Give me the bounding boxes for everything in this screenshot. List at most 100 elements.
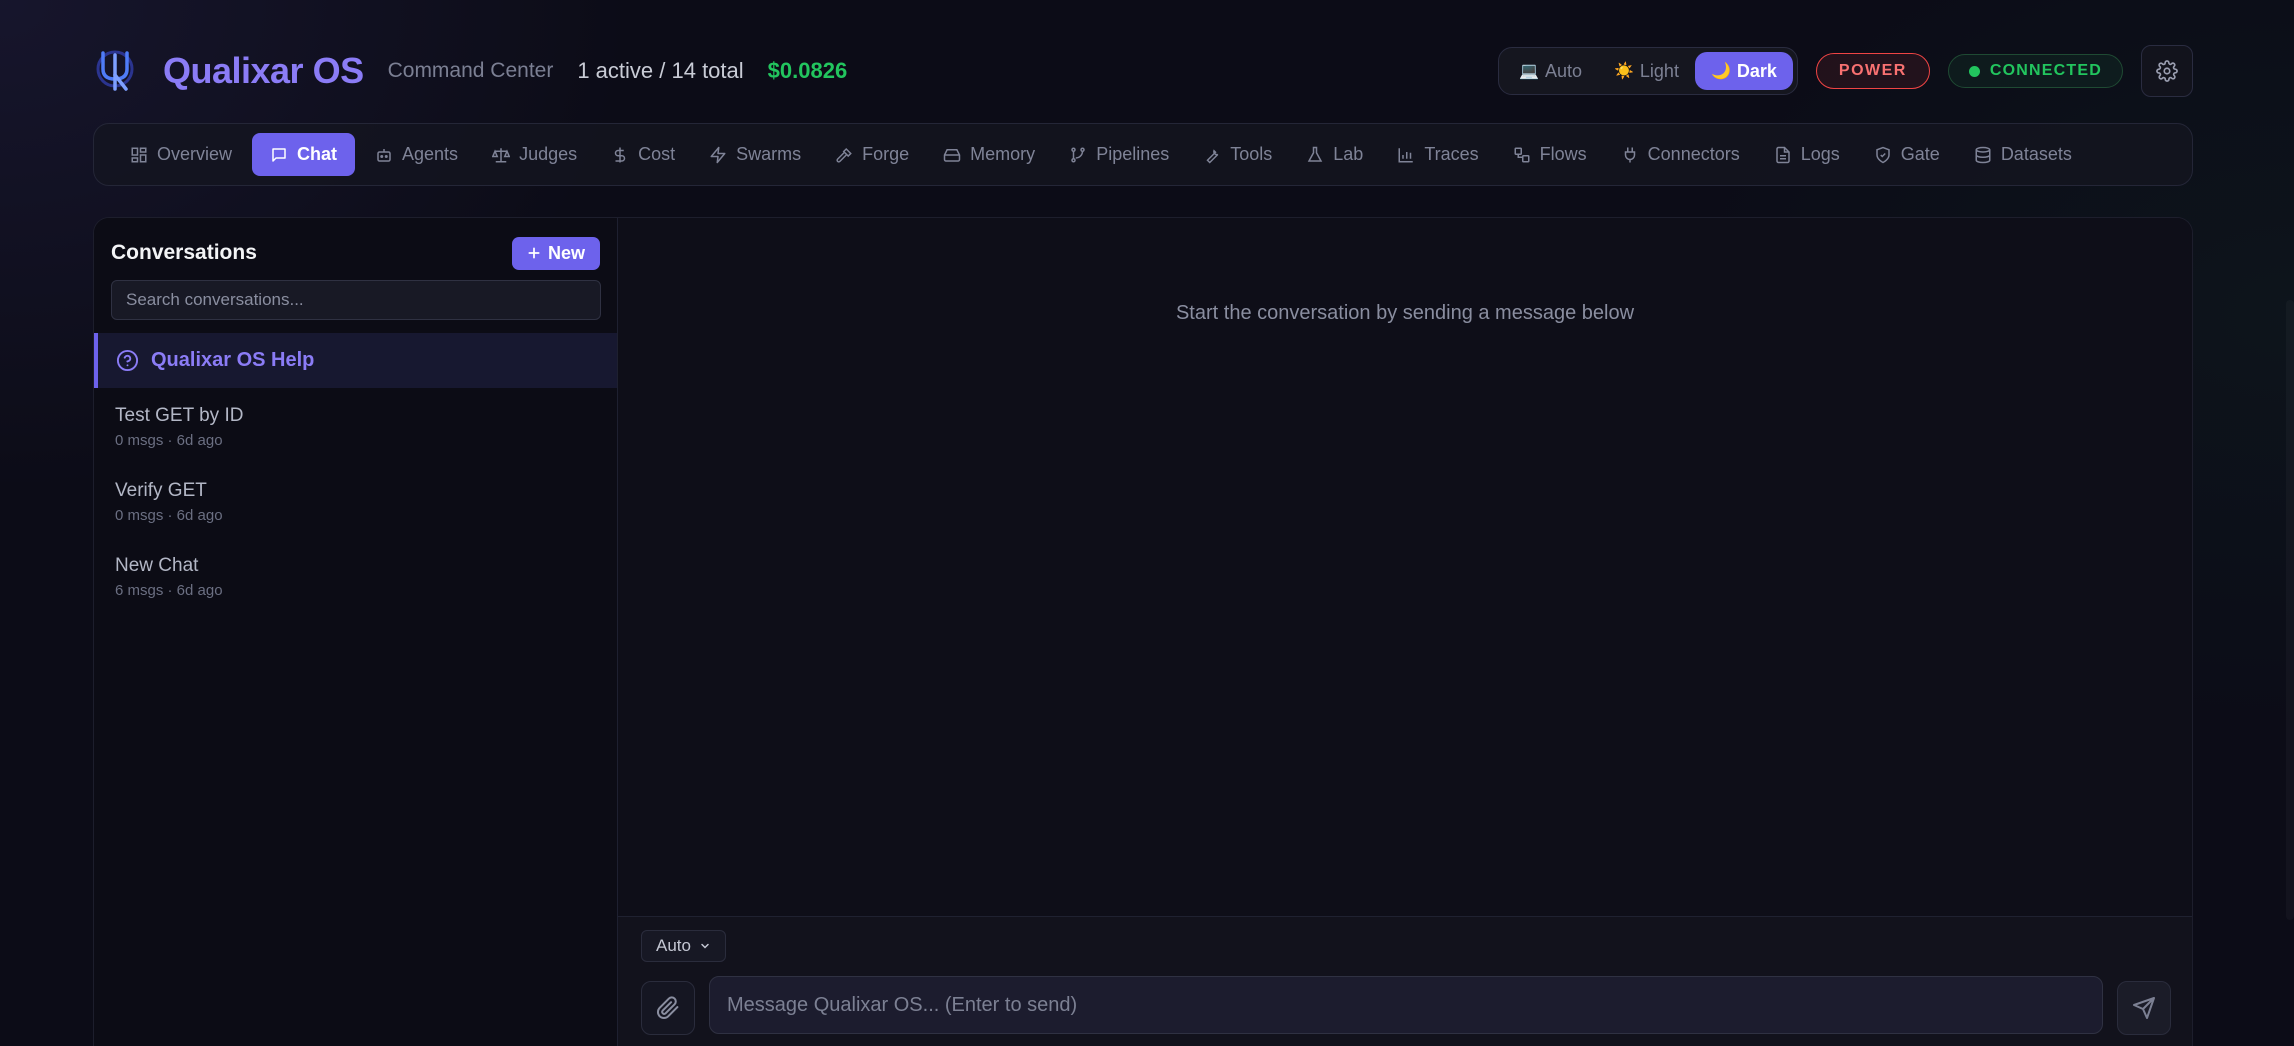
tab-forge[interactable]: Forge xyxy=(821,133,923,176)
scale-icon xyxy=(492,146,511,164)
tab-tools[interactable]: Tools xyxy=(1189,133,1286,176)
tab-label: Connectors xyxy=(1647,144,1740,164)
tab-label: Datasets xyxy=(2000,144,2072,164)
conversation-name: New Chat xyxy=(115,555,199,576)
theme-dark-option[interactable]: 🌙 Dark xyxy=(1694,52,1793,90)
shield-check-icon xyxy=(1874,146,1892,164)
bot-icon xyxy=(375,146,393,164)
git-branch-icon xyxy=(1069,146,1087,164)
bar-chart-icon xyxy=(1397,146,1415,164)
tab-label: Overview xyxy=(157,144,233,164)
tab-pipelines[interactable]: Pipelines xyxy=(1055,133,1183,176)
message-input[interactable] xyxy=(709,976,2103,1034)
tab-overview[interactable]: Overview xyxy=(116,133,246,176)
page-scrollbar[interactable] xyxy=(2284,0,2294,1046)
hammer-icon xyxy=(835,146,853,164)
app-title: Qualixar OS xyxy=(163,50,364,91)
header-controls: 💻 Auto ☀️ Light 🌙 Dark POWER CONNECTED xyxy=(1498,45,2193,97)
gear-icon xyxy=(2156,60,2178,82)
tab-label: Flows xyxy=(1539,144,1587,164)
dollar-icon xyxy=(611,146,629,164)
sun-icon: ☀️ xyxy=(1613,63,1634,80)
moon-icon: 🌙 xyxy=(1710,63,1731,80)
sidebar-header: Conversations New xyxy=(111,236,600,270)
conversation-item-active[interactable]: Qualixar OS Help xyxy=(94,333,617,388)
tab-label: Traces xyxy=(1424,144,1479,164)
tab-label: Agents xyxy=(402,144,459,164)
theme-auto-option[interactable]: 💻 Auto xyxy=(1503,52,1598,90)
status-dot-icon xyxy=(1968,65,1980,77)
app-subtitle: Command Center xyxy=(387,59,554,82)
tab-cost[interactable]: Cost xyxy=(597,133,689,176)
hard-drive-icon xyxy=(943,146,961,164)
workflow-icon xyxy=(1513,146,1531,164)
tab-connectors[interactable]: Connectors xyxy=(1607,133,1754,176)
cost-total: $0.0826 xyxy=(767,58,848,83)
conversation-name: Qualixar OS Help xyxy=(151,349,315,371)
tab-agents[interactable]: Agents xyxy=(361,133,472,176)
theme-light-option[interactable]: ☀️ Light xyxy=(1598,52,1695,90)
tab-label: Gate xyxy=(1900,144,1940,164)
empty-state-message: Start the conversation by sending a mess… xyxy=(1175,302,1635,324)
conversations-sidebar: Conversations New Qualixar OS Help Test … xyxy=(94,218,618,1046)
tab-swarms[interactable]: Swarms xyxy=(695,133,815,176)
tab-label: Lab xyxy=(1333,144,1364,164)
message-composer: Auto xyxy=(618,916,2192,1046)
theme-toggle: 💻 Auto ☀️ Light 🌙 Dark xyxy=(1498,47,1798,95)
power-mode-badge[interactable]: POWER xyxy=(1815,53,1930,89)
conversation-item[interactable]: New Chat 6 msgs · 6d ago xyxy=(115,555,223,599)
model-select[interactable]: Auto xyxy=(641,930,726,962)
new-button-label: New xyxy=(547,242,585,263)
attach-file-button[interactable] xyxy=(641,981,695,1035)
settings-button[interactable] xyxy=(2141,45,2193,97)
file-text-icon xyxy=(1774,146,1792,164)
tab-flows[interactable]: Flows xyxy=(1499,133,1601,176)
plug-icon xyxy=(1621,146,1639,164)
database-icon xyxy=(1974,146,1992,164)
conversation-meta: 0 msgs · 6d ago xyxy=(115,507,223,524)
tab-memory[interactable]: Memory xyxy=(929,133,1049,176)
tab-chat[interactable]: Chat xyxy=(252,133,356,176)
theme-dark-label: Dark xyxy=(1736,60,1777,81)
conversation-item[interactable]: Verify GET 0 msgs · 6d ago xyxy=(115,480,223,524)
search-conversations-input[interactable] xyxy=(111,280,601,320)
tab-label: Swarms xyxy=(736,144,802,164)
bolt-icon xyxy=(709,146,727,164)
tab-label: Logs xyxy=(1800,144,1840,164)
tab-label: Judges xyxy=(519,144,578,164)
tab-label: Pipelines xyxy=(1096,144,1170,164)
main-nav: Overview Chat Agents Judges Cost Swarms … xyxy=(93,123,2193,186)
laptop-icon: 💻 xyxy=(1519,63,1539,80)
tab-gate[interactable]: Gate xyxy=(1860,133,1954,176)
conversation-name: Verify GET xyxy=(115,480,207,501)
tab-label: Chat xyxy=(297,144,338,164)
paperclip-icon xyxy=(656,996,680,1020)
tab-judges[interactable]: Judges xyxy=(478,133,591,176)
qualixar-logo-icon xyxy=(93,49,137,93)
send-button[interactable] xyxy=(2117,981,2171,1035)
agent-count: 1 active / 14 total xyxy=(577,58,744,83)
tab-lab[interactable]: Lab xyxy=(1292,133,1377,176)
chat-panel: Conversations New Qualixar OS Help Test … xyxy=(93,217,2193,1046)
plus-icon xyxy=(527,246,541,260)
conversation-meta: 0 msgs · 6d ago xyxy=(115,432,223,449)
new-conversation-button[interactable]: New xyxy=(511,236,600,270)
help-circle-icon xyxy=(116,349,139,372)
tab-logs[interactable]: Logs xyxy=(1760,133,1854,176)
chevron-down-icon xyxy=(699,940,711,952)
send-icon xyxy=(2132,996,2156,1020)
sidebar-title: Conversations xyxy=(111,241,257,264)
tab-label: Tools xyxy=(1230,144,1273,164)
tab-datasets[interactable]: Datasets xyxy=(1960,133,2086,176)
conversation-name: Test GET by ID xyxy=(115,405,244,426)
scrollbar-thumb[interactable] xyxy=(2286,300,2294,920)
flask-icon xyxy=(1306,146,1324,164)
tab-label: Cost xyxy=(638,144,676,164)
app-header: Qualixar OS Command Center 1 active / 14… xyxy=(93,44,2193,98)
tab-label: Memory xyxy=(970,144,1036,164)
tab-traces[interactable]: Traces xyxy=(1383,133,1492,176)
grid-icon xyxy=(130,146,148,164)
conversation-item[interactable]: Test GET by ID 0 msgs · 6d ago xyxy=(115,405,243,449)
conversation-meta: 6 msgs · 6d ago xyxy=(115,582,223,599)
theme-light-label: Light xyxy=(1639,60,1679,81)
